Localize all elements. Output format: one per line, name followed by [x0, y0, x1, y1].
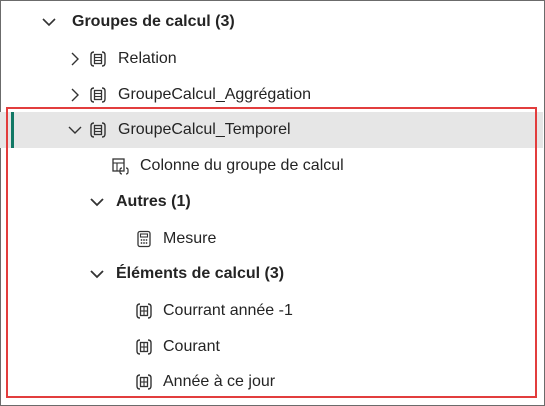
chevron-down-icon[interactable] [88, 193, 106, 211]
tree-node-label: Colonne du groupe de calcul [140, 157, 344, 174]
chevron-right-icon[interactable] [66, 86, 84, 104]
calc-group-icon [88, 49, 108, 69]
tree-node-label: Groupes de calcul (3) [72, 13, 235, 30]
chevron-right-icon[interactable] [66, 50, 84, 68]
tree-node-label: Relation [118, 50, 177, 67]
calc-item-icon [134, 372, 154, 392]
selection-indicator [11, 112, 14, 148]
calc-group-icon [88, 120, 108, 140]
tree-node-calc-item[interactable]: Courant [0, 329, 543, 365]
tree-node-label: GroupeCalcul_Temporel [118, 121, 291, 138]
calc-item-icon [134, 301, 154, 321]
tree-node-label: GroupeCalcul_Aggrégation [118, 86, 312, 103]
tree-node-label: Courant [163, 338, 220, 355]
calc-column-icon [110, 156, 130, 176]
tree-node-mesure[interactable]: Mesure [0, 221, 543, 257]
tree-node-relation[interactable]: Relation [0, 41, 543, 77]
chevron-down-icon[interactable] [88, 265, 106, 283]
tree-node-label: Mesure [163, 230, 217, 247]
tree-node-groupes-de-calcul[interactable]: Groupes de calcul (3) [0, 4, 543, 40]
tree-node-calc-item[interactable]: Année à ce jour [0, 364, 543, 400]
tree-node-autres[interactable]: Autres (1) [0, 184, 543, 220]
calc-item-icon [134, 337, 154, 357]
tree-node-groupecalcul-aggregation[interactable]: GroupeCalcul_Aggrégation [0, 77, 543, 113]
calculator-icon [134, 229, 154, 249]
tree-node-label: Éléments de calcul (3) [116, 265, 285, 282]
tree-node-label: Autres (1) [116, 193, 191, 210]
calc-group-icon [88, 85, 108, 105]
tree-node-calc-column[interactable]: Colonne du groupe de calcul [0, 148, 543, 184]
tree-node-label: Courrant année -1 [163, 302, 293, 319]
tree-node-label: Année à ce jour [163, 373, 276, 390]
tree-node-calc-item[interactable]: Courrant année -1 [0, 293, 543, 329]
chevron-down-icon[interactable] [40, 13, 58, 31]
tree-node-groupecalcul-temporel[interactable]: GroupeCalcul_Temporel [0, 112, 543, 148]
tree-node-elements-de-calcul[interactable]: Éléments de calcul (3) [0, 256, 543, 292]
chevron-down-icon[interactable] [66, 121, 84, 139]
